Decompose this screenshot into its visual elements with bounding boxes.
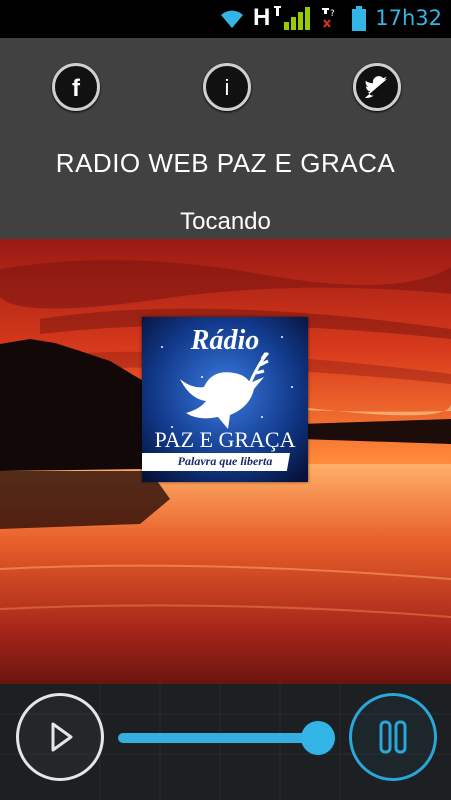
svg-text:i: i bbox=[225, 75, 230, 100]
logo-word-radio: Rádio bbox=[190, 325, 260, 356]
wifi-icon bbox=[221, 10, 243, 28]
status-bar: H ? 17h32 bbox=[0, 0, 451, 38]
volume-slider-thumb[interactable] bbox=[301, 721, 335, 755]
play-icon bbox=[51, 722, 73, 752]
info-button[interactable]: i bbox=[203, 63, 251, 111]
twitter-button[interactable] bbox=[353, 63, 401, 111]
battery-icon bbox=[352, 6, 366, 31]
facebook-icon: f bbox=[72, 75, 81, 100]
volume-slider[interactable] bbox=[118, 733, 328, 743]
pause-button[interactable] bbox=[349, 693, 437, 781]
svg-text:?: ? bbox=[330, 9, 335, 19]
network-type-label: H bbox=[253, 4, 271, 31]
pause-icon bbox=[379, 720, 407, 754]
playback-status: Tocando bbox=[180, 208, 271, 235]
twitter-icon bbox=[364, 76, 388, 98]
no-sim-icon: ? bbox=[322, 8, 335, 28]
facebook-button[interactable]: f bbox=[52, 63, 100, 111]
logo-slogan: Palavra que liberta bbox=[177, 454, 273, 468]
svg-text:f: f bbox=[72, 75, 81, 100]
station-logo: Rádio PAZ E GRAÇA Palavra que liberta bbox=[142, 317, 308, 482]
station-title: RADIO WEB PAZ E GRACA bbox=[55, 148, 396, 178]
logo-word-name: PAZ E GRAÇA bbox=[154, 427, 296, 452]
info-icon: i bbox=[225, 75, 230, 100]
status-time: 17h32 bbox=[375, 6, 442, 30]
play-button[interactable] bbox=[16, 693, 104, 781]
signal-icon bbox=[274, 6, 310, 30]
